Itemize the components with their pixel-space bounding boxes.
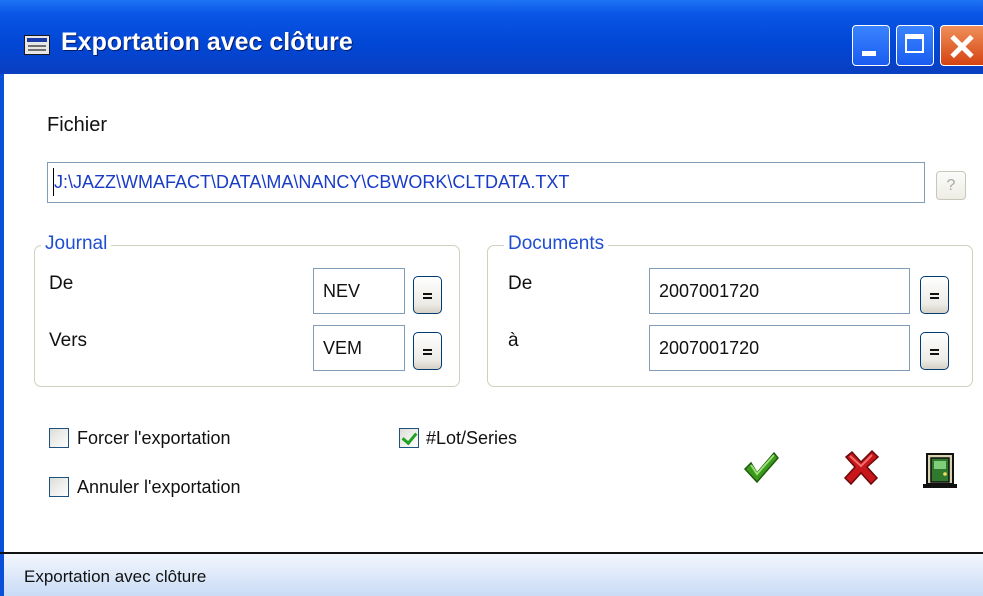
documents-legend: Documents bbox=[504, 233, 609, 255]
export-dialog-window: Exportation avec clôture Fichier J:\JAZZ… bbox=[0, 0, 983, 596]
journal-from-label: De bbox=[49, 273, 74, 294]
documents-from-field[interactable]: 2007001720 bbox=[649, 268, 910, 314]
minimize-button[interactable] bbox=[852, 25, 890, 66]
journal-to-value: VEM bbox=[323, 338, 363, 358]
documents-to-label: à bbox=[508, 330, 519, 351]
annuler-exportation-checkbox[interactable] bbox=[49, 477, 69, 497]
documents-from-lookup-button[interactable] bbox=[920, 276, 949, 314]
journal-legend: Journal bbox=[41, 233, 112, 255]
journal-from-lookup-button[interactable] bbox=[413, 276, 442, 314]
exit-door-icon[interactable] bbox=[921, 452, 961, 492]
journal-from-field[interactable]: NEV bbox=[313, 268, 405, 314]
documents-to-value: 2007001720 bbox=[659, 338, 760, 358]
journal-to-lookup-button[interactable] bbox=[413, 332, 442, 370]
documents-to-lookup-button[interactable] bbox=[920, 332, 949, 370]
journal-to-field[interactable]: VEM bbox=[313, 325, 405, 371]
lot-series-checkbox[interactable] bbox=[399, 428, 419, 448]
fichier-label: Fichier bbox=[47, 114, 108, 136]
documents-to-field[interactable]: 2007001720 bbox=[649, 325, 910, 371]
maximize-button[interactable] bbox=[896, 25, 934, 66]
form-window-icon[interactable] bbox=[24, 35, 50, 55]
status-bar: Exportation avec clôture bbox=[0, 554, 983, 596]
file-path-input[interactable]: J:\JAZZ\WMAFACT\DATA\MA\NANCY\CBWORK\CLT… bbox=[47, 162, 925, 203]
red-x-icon[interactable] bbox=[841, 447, 881, 487]
journal-from-value: NEV bbox=[323, 281, 361, 301]
documents-from-value: 2007001720 bbox=[659, 281, 760, 301]
status-text: Exportation avec clôture bbox=[24, 567, 207, 586]
window-title: Exportation avec clôture bbox=[61, 28, 353, 56]
browse-help-button[interactable]: ? bbox=[936, 171, 966, 200]
green-check-icon[interactable] bbox=[741, 447, 781, 487]
title-bar[interactable]: Exportation avec clôture bbox=[0, 0, 983, 74]
annuler-exportation-label: Annuler l'exportation bbox=[77, 477, 241, 497]
lot-series-label: #Lot/Series bbox=[426, 428, 518, 448]
file-path-value: J:\JAZZ\WMAFACT\DATA\MA\NANCY\CBWORK\CLT… bbox=[54, 172, 570, 192]
documents-from-label: De bbox=[508, 273, 533, 294]
journal-to-label: Vers bbox=[49, 330, 88, 351]
forcer-exportation-label: Forcer l'exportation bbox=[77, 428, 231, 448]
close-button[interactable] bbox=[940, 25, 983, 66]
forcer-exportation-checkbox[interactable] bbox=[49, 428, 69, 448]
